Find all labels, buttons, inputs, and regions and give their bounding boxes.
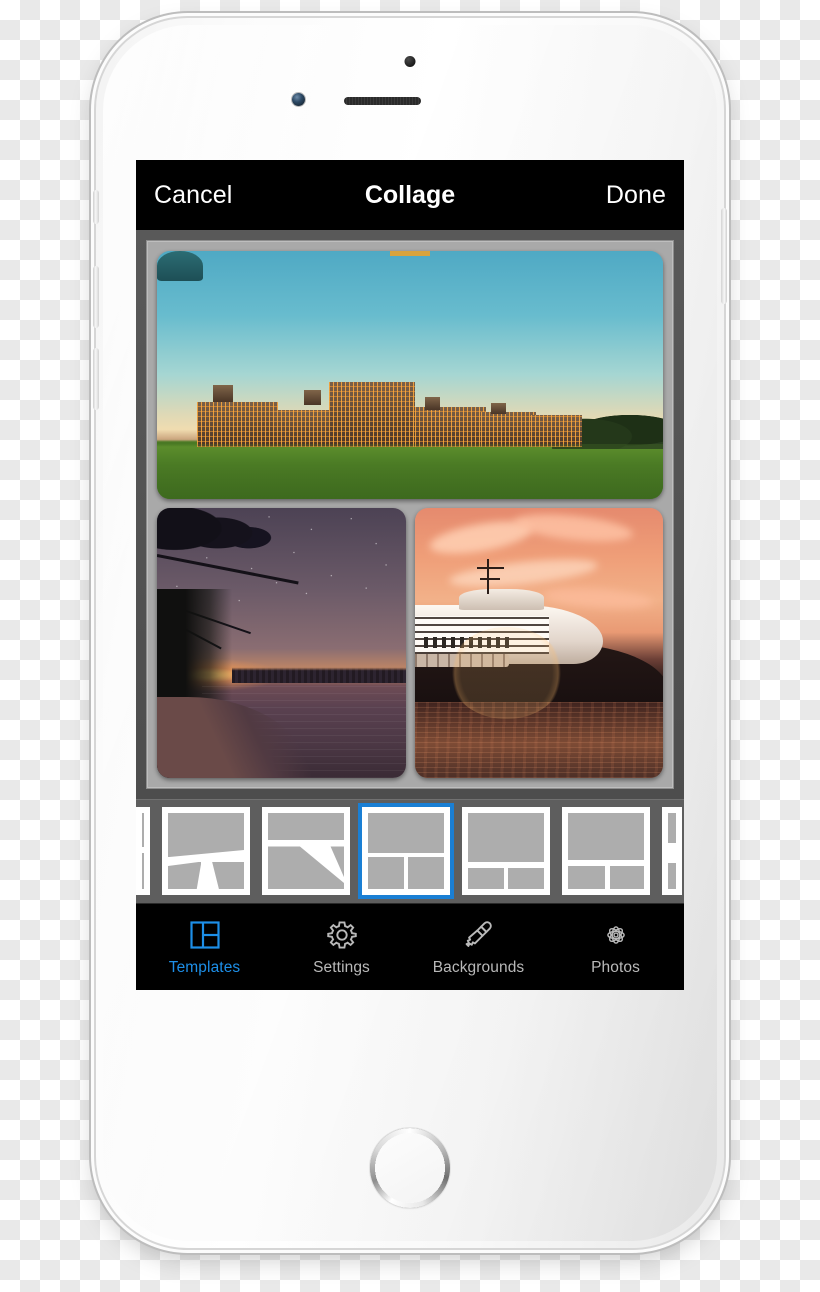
template-segment <box>268 813 344 841</box>
template-segment <box>609 866 644 889</box>
gear-icon <box>326 918 357 952</box>
photos-flower-icon <box>600 918 632 952</box>
collage-canvas-area <box>136 230 684 799</box>
template-preview <box>668 813 676 889</box>
proximity-sensor-icon <box>404 56 416 67</box>
cloud-two <box>512 509 635 547</box>
template-thumbnail-partial-left[interactable] <box>136 807 150 895</box>
template-segment <box>468 867 504 889</box>
template-segment <box>568 866 606 889</box>
template-preview <box>468 813 544 889</box>
template-segment <box>368 857 404 889</box>
template-segment <box>168 861 202 889</box>
template-thumbnail-large-top-two-small-bottom-alt[interactable] <box>562 807 650 895</box>
template-preview <box>368 813 444 889</box>
template-segment <box>142 852 144 889</box>
collage-sheet[interactable] <box>146 240 674 789</box>
turret-one <box>212 384 233 403</box>
turret-four <box>490 403 507 415</box>
ship-mast <box>486 559 489 595</box>
template-preview <box>268 813 344 889</box>
volume-up-button[interactable] <box>93 266 99 328</box>
template-thumbnail-partial-right[interactable] <box>662 807 682 895</box>
volume-down-button[interactable] <box>93 348 99 410</box>
cloud-four <box>543 584 654 612</box>
lawn-foreground <box>157 444 663 499</box>
navigation-bar: Cancel Collage Done <box>136 160 684 230</box>
tab-label: Photos <box>591 958 640 976</box>
photo-parliament-buildings <box>157 251 663 499</box>
iphone-device: Cancel Collage Done Templates Settings B… <box>93 18 727 1248</box>
cloud-three <box>448 554 600 592</box>
power-button[interactable] <box>721 208 727 304</box>
template-segment <box>168 813 244 858</box>
tab-photos[interactable]: Photos <box>547 918 684 977</box>
collage-bottom-row <box>157 507 663 778</box>
phone-screen: Cancel Collage Done Templates Settings B… <box>136 160 684 990</box>
home-button[interactable] <box>372 1130 448 1206</box>
template-segment <box>468 813 544 862</box>
parliament-dome <box>157 251 203 281</box>
template-picker-strip[interactable] <box>136 799 684 903</box>
front-camera-icon <box>292 93 305 106</box>
templates-icon <box>189 918 220 952</box>
building-left-wing <box>197 402 279 447</box>
cancel-button[interactable]: Cancel <box>154 181 232 210</box>
building-right-wing <box>480 412 537 447</box>
template-segment <box>568 813 644 861</box>
photo-starry-lake <box>157 507 406 778</box>
harbour-water <box>414 702 663 778</box>
ship-mast-crossbar-lower <box>480 577 501 580</box>
template-preview <box>568 813 644 889</box>
template-segment <box>408 857 444 889</box>
tab-label: Backgrounds <box>432 958 525 976</box>
ship-mast-crossbar-upper <box>476 567 504 570</box>
earpiece-speaker-icon <box>344 97 421 105</box>
template-thumbnail-top-band-diagonal-two[interactable] <box>262 807 350 895</box>
template-segment <box>368 813 444 853</box>
building-right-mid <box>415 407 486 447</box>
collage-cell-bottom-left[interactable] <box>157 507 406 778</box>
template-segment <box>668 863 676 889</box>
tab-backgrounds[interactable]: Backgrounds <box>410 918 547 977</box>
template-preview <box>168 813 244 889</box>
template-segment <box>508 867 544 889</box>
tab-templates[interactable]: Templates <box>136 918 273 977</box>
lens-flare <box>449 626 564 719</box>
tab-settings[interactable]: Settings <box>273 918 410 977</box>
template-thumbnail-large-top-two-small-bottom[interactable] <box>462 807 550 895</box>
template-thumbnail-one-top-two-bottom[interactable] <box>358 803 454 899</box>
bottom-tab-bar: Templates Settings Backgrounds Photos <box>136 903 684 990</box>
template-segment <box>142 813 144 848</box>
photo-cruise-ship-sunset <box>414 507 663 778</box>
building-central <box>329 382 416 448</box>
done-button[interactable]: Done <box>606 181 666 210</box>
building-left-mid <box>273 409 335 447</box>
tab-label: Templates <box>168 958 241 976</box>
ship-bridge <box>459 588 544 611</box>
paintbrush-icon <box>463 918 495 952</box>
building-far-right <box>531 414 583 447</box>
template-segment <box>268 846 344 889</box>
turret-three <box>425 397 441 410</box>
template-segment <box>212 861 244 889</box>
tab-label: Settings <box>313 958 370 976</box>
template-preview <box>142 813 144 889</box>
turret-two <box>303 389 322 405</box>
template-segment <box>668 813 676 844</box>
collage-cell-top[interactable] <box>157 251 663 499</box>
template-thumbnail-diagonal-split-three[interactable] <box>162 807 250 895</box>
collage-cell-bottom-right[interactable] <box>414 507 663 778</box>
silent-switch[interactable] <box>93 190 99 224</box>
